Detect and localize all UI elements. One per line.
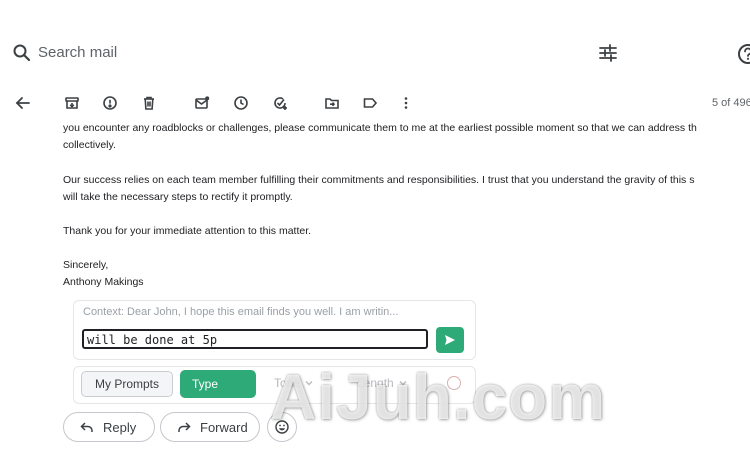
message-counter: 5 of 496 [712, 97, 750, 109]
message-line: Thank you for your immediate attention t… [63, 225, 312, 237]
message-line: collectively. [63, 139, 116, 151]
label-icon[interactable] [360, 93, 380, 113]
type-button[interactable]: Type [180, 370, 256, 398]
search-input[interactable]: Search mail [38, 44, 117, 61]
forward-icon [178, 422, 191, 432]
signature-name: Anthony Makings [63, 276, 144, 288]
reply-button[interactable]: Reply [63, 412, 155, 442]
snooze-icon[interactable] [231, 93, 251, 113]
message-line: will take the necessary steps to rectify… [63, 191, 293, 203]
my-prompts-button[interactable]: My Prompts [81, 371, 173, 397]
context-preview: Context: Dear John, I hope this email fi… [83, 306, 399, 318]
move-to-icon[interactable] [322, 93, 342, 113]
help-icon[interactable] [736, 42, 750, 66]
reply-label: Reply [103, 419, 137, 435]
add-task-icon[interactable] [270, 93, 290, 113]
archive-icon[interactable] [62, 93, 82, 113]
delete-icon[interactable] [139, 93, 159, 113]
more-vert-icon[interactable] [396, 93, 416, 113]
prompt-input[interactable]: will be done at 5p [82, 329, 428, 349]
reply-icon [80, 422, 93, 432]
send-button[interactable] [436, 327, 464, 353]
send-icon [445, 335, 455, 345]
mark-unread-icon[interactable] [192, 93, 212, 113]
message-line: you encounter any roadblocks or challeng… [63, 122, 697, 134]
filter-icon[interactable] [597, 43, 619, 63]
signature-closing: Sincerely, [63, 259, 109, 271]
message-line: Our success relies on each team member f… [63, 174, 695, 186]
forward-label: Forward [200, 419, 248, 435]
watermark: AiJuh.com [270, 361, 607, 433]
search-icon[interactable] [12, 43, 32, 63]
forward-button[interactable]: Forward [160, 412, 260, 442]
report-spam-icon[interactable] [100, 93, 120, 113]
back-arrow-icon[interactable] [13, 93, 33, 113]
